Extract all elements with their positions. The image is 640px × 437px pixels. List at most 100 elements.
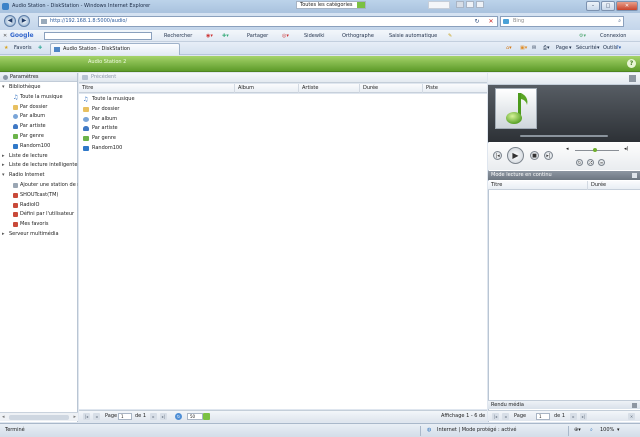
signin-button[interactable]: Connexion bbox=[600, 30, 626, 42]
expand-arrow-icon[interactable]: ▾ bbox=[2, 171, 5, 180]
column-title[interactable]: Titre bbox=[79, 84, 234, 93]
volume-slider[interactable] bbox=[575, 150, 619, 151]
maximize-button[interactable]: □ bbox=[601, 1, 615, 11]
zoom-dropdown-icon[interactable]: ▾ bbox=[617, 424, 620, 437]
next-page-icon[interactable]: ▸ bbox=[150, 413, 157, 420]
page-menu[interactable]: Page bbox=[556, 42, 568, 55]
settings-header[interactable]: Paramètres bbox=[0, 73, 77, 82]
safety-menu[interactable]: Sécurité bbox=[576, 42, 597, 55]
mail-icon[interactable]: ✉ bbox=[532, 42, 536, 55]
list-item[interactable]: ♫ Toute la musique bbox=[83, 95, 135, 104]
previous-track-icon[interactable]: |◂ bbox=[493, 151, 502, 160]
feeds-icon[interactable]: ▣▾ bbox=[520, 42, 527, 55]
tree-item[interactable]: ▾ Bibliothèque bbox=[0, 83, 78, 92]
google-search-button[interactable]: Rechercher bbox=[164, 30, 192, 42]
tree-item[interactable]: ▾ Radio Internet bbox=[0, 171, 78, 180]
settings-icon[interactable]: ⚙▾ bbox=[579, 30, 586, 42]
pencil-icon[interactable]: ✎ bbox=[448, 30, 452, 42]
close-toolbar-icon[interactable]: ✕ bbox=[3, 30, 7, 42]
list-item[interactable]: Par album bbox=[83, 115, 117, 124]
list-view-icon[interactable] bbox=[456, 1, 464, 8]
zoom-icon[interactable]: ⌕ bbox=[590, 424, 593, 437]
tree-item[interactable]: ▸ Liste de lecture intelligente bbox=[0, 161, 78, 170]
scroll-left-icon[interactable]: ◂ bbox=[2, 413, 5, 422]
previous-button[interactable]: Précédent bbox=[82, 74, 132, 81]
playback-progress[interactable] bbox=[520, 135, 608, 137]
page-size-input[interactable]: 50 bbox=[187, 413, 203, 420]
playback-mode-menu-icon[interactable] bbox=[632, 173, 637, 178]
forward-icon[interactable]: ▶ bbox=[18, 15, 30, 27]
queue-mode-icon[interactable]: ≡ bbox=[598, 159, 605, 166]
tree-horizontal-scrollbar[interactable]: ◂ ▸ bbox=[0, 412, 78, 421]
queue-next-page-icon[interactable]: ▸ bbox=[570, 413, 577, 420]
tree-item[interactable]: Ajouter une station de rad bbox=[0, 181, 78, 190]
bookmark-icon[interactable]: ✚▾ bbox=[222, 30, 229, 42]
page-menu-arrow[interactable]: ▾ bbox=[569, 42, 572, 55]
queue-page-input[interactable]: 1 bbox=[536, 413, 550, 420]
share-button[interactable]: Partager bbox=[247, 30, 268, 42]
zoom-level[interactable]: 100% bbox=[600, 424, 614, 437]
translate-icon[interactable]: ◎▾ bbox=[282, 30, 289, 42]
queue-column-title[interactable]: Titre bbox=[488, 181, 587, 190]
tree-item[interactable]: ♫ Toute la musique bbox=[0, 93, 78, 102]
queue-prev-page-icon[interactable]: ◂ bbox=[502, 413, 509, 420]
search-input[interactable]: Bing ⌕ bbox=[500, 16, 624, 27]
home-icon[interactable]: ⌂▾ bbox=[506, 42, 512, 55]
tree-item[interactable]: Défini par l'utilisateur bbox=[0, 210, 78, 219]
search-icon[interactable]: ⌕ bbox=[618, 17, 621, 26]
refresh-list-icon[interactable]: ↻ bbox=[175, 413, 182, 420]
queue-last-page-icon[interactable]: ▸| bbox=[580, 413, 587, 420]
player-collapse-icon[interactable] bbox=[629, 75, 636, 82]
url-input[interactable]: http://192.168.1.8:5000/audio/ bbox=[38, 16, 498, 27]
list-item[interactable]: Random100 bbox=[83, 144, 122, 153]
grid-view-icon[interactable] bbox=[466, 1, 474, 8]
back-icon[interactable]: ◀ bbox=[4, 15, 16, 27]
volume-high-icon[interactable]: ◂) bbox=[624, 146, 628, 152]
column-album[interactable]: Album bbox=[234, 84, 298, 93]
queue-column-duration[interactable]: Durée bbox=[587, 181, 640, 190]
security-zone-text[interactable]: Internet | Mode protégé : activé bbox=[437, 424, 516, 437]
autofill-button[interactable]: Saisie automatique bbox=[389, 30, 437, 42]
list-item[interactable]: Par artiste bbox=[83, 124, 118, 133]
volume-low-icon[interactable]: ◂ bbox=[566, 146, 569, 152]
help-icon[interactable]: ? bbox=[627, 59, 636, 68]
tree-item[interactable]: Par genre bbox=[0, 132, 78, 141]
shuffle-icon[interactable]: ⤮ bbox=[587, 159, 594, 166]
scrollbar-thumb[interactable] bbox=[9, 415, 69, 420]
category-select[interactable]: Toutes les catégories bbox=[296, 1, 366, 9]
queue-delete-icon[interactable]: ✕ bbox=[628, 413, 635, 420]
tree-item[interactable]: ▸ Serveur multimédia bbox=[0, 230, 78, 239]
collapse-arrow-icon[interactable]: ▸ bbox=[2, 230, 5, 239]
minimize-button[interactable]: – bbox=[586, 1, 600, 11]
tree-item[interactable]: Random100 bbox=[0, 142, 78, 151]
renderer-menu-icon[interactable] bbox=[632, 403, 637, 408]
prev-page-icon[interactable]: ◂ bbox=[93, 413, 100, 420]
column-duration[interactable]: Durée bbox=[359, 84, 422, 93]
tree-item[interactable]: Par artiste bbox=[0, 122, 78, 131]
collapse-arrow-icon[interactable]: ▸ bbox=[2, 161, 5, 170]
repeat-icon[interactable]: ↻ bbox=[576, 159, 583, 166]
stop-playback-icon[interactable]: ■ bbox=[530, 151, 539, 160]
list-item[interactable]: Par dossier bbox=[83, 105, 119, 114]
tree-item[interactable]: Par album bbox=[0, 112, 78, 121]
last-page-icon[interactable]: ▸| bbox=[160, 413, 167, 420]
tree-item[interactable]: Par dossier bbox=[0, 103, 78, 112]
favorites-button[interactable]: Favoris bbox=[14, 42, 32, 55]
print-icon[interactable]: ⎙▾ bbox=[543, 42, 550, 55]
tree-item[interactable]: ▸ Liste de lecture bbox=[0, 152, 78, 161]
tree-item[interactable]: SHOUTcast(TM) bbox=[0, 191, 78, 200]
column-track[interactable]: Piste bbox=[422, 84, 487, 93]
google-options-icon[interactable]: ◉▾ bbox=[206, 30, 213, 42]
next-track-icon[interactable]: ▸| bbox=[544, 151, 553, 160]
close-button[interactable]: ✕ bbox=[616, 1, 638, 11]
sidewiki-button[interactable]: Sidewiki bbox=[304, 30, 325, 42]
collapse-arrow-icon[interactable]: ▸ bbox=[2, 152, 5, 161]
page-input[interactable]: 1 bbox=[118, 413, 132, 420]
stop-icon[interactable]: ✕ bbox=[486, 16, 496, 27]
volume-knob[interactable] bbox=[593, 148, 597, 152]
spellcheck-button[interactable]: Orthographe bbox=[342, 30, 374, 42]
filter-select[interactable] bbox=[428, 1, 450, 9]
list-item[interactable]: Par genre bbox=[83, 134, 116, 143]
cover-view-icon[interactable] bbox=[476, 1, 484, 8]
tree-item[interactable]: RadioIO bbox=[0, 201, 78, 210]
